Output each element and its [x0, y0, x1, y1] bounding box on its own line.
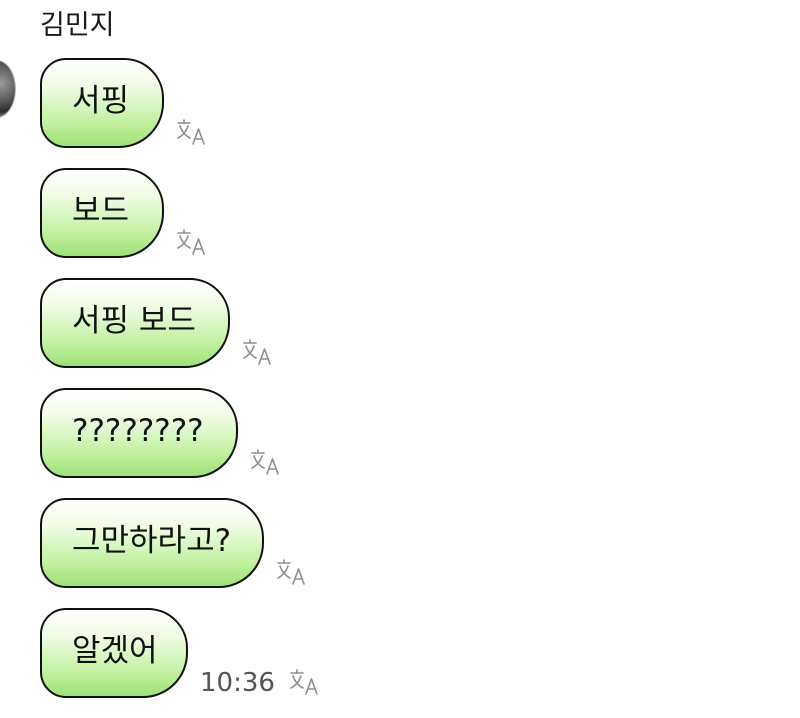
- translate-icon[interactable]: [276, 558, 308, 586]
- message-bubble[interactable]: ????????: [40, 388, 238, 478]
- message-row: 알겠어 10:36: [40, 608, 321, 698]
- message-bubble[interactable]: 서핑 보드: [40, 278, 230, 368]
- message-row: 서핑: [40, 58, 208, 148]
- message-row: 보드: [40, 168, 208, 258]
- message-text: 알겠어: [72, 632, 158, 669]
- translate-icon[interactable]: [242, 338, 274, 366]
- message-timestamp: 10:36: [200, 668, 275, 698]
- message-text: 서핑 보드: [72, 302, 196, 339]
- sender-name: 김민지: [40, 10, 115, 41]
- message-meta: [242, 338, 274, 368]
- message-bubble[interactable]: 알겠어: [40, 608, 188, 698]
- message-meta: [276, 558, 308, 588]
- message-meta: 10:36: [200, 668, 321, 698]
- message-text: 그만하라고?: [72, 522, 232, 559]
- message-bubble[interactable]: 보드: [40, 168, 164, 258]
- message-row: 그만하라고?: [40, 498, 308, 588]
- message-text: 보드: [72, 192, 130, 229]
- sender-avatar[interactable]: [0, 60, 16, 118]
- translate-icon[interactable]: [250, 448, 282, 476]
- message-bubble[interactable]: 서핑: [40, 58, 164, 148]
- translate-icon[interactable]: [289, 668, 321, 696]
- message-meta: [176, 228, 208, 258]
- translate-icon[interactable]: [176, 228, 208, 256]
- message-meta: [176, 118, 208, 148]
- message-row: ????????: [40, 388, 282, 478]
- message-text: 서핑: [72, 82, 130, 119]
- message-text: ????????: [72, 412, 204, 449]
- translate-icon[interactable]: [176, 118, 208, 146]
- message-meta: [250, 448, 282, 478]
- message-row: 서핑 보드: [40, 278, 274, 368]
- message-bubble[interactable]: 그만하라고?: [40, 498, 264, 588]
